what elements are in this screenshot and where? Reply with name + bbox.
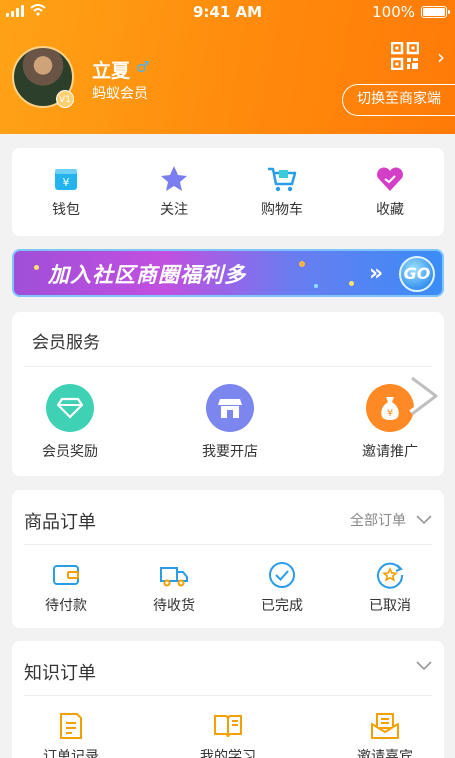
- all-orders-label: 全部订单: [350, 513, 406, 529]
- store-icon: [206, 384, 254, 432]
- knowledge-orders-toggle[interactable]: [416, 661, 432, 671]
- wallet-icon: ¥: [55, 169, 77, 190]
- order-completed[interactable]: 已完成: [237, 560, 327, 615]
- chevron-down-icon: [416, 661, 432, 671]
- goods-orders-card: 商品订单 全部订单 待付款 待收货 已完成 已取消: [12, 490, 444, 628]
- user-name: 立夏: [92, 60, 131, 82]
- banner-text: 加入社区商圈福利多: [48, 263, 246, 287]
- member-item-open-store[interactable]: 我要开店: [170, 384, 290, 461]
- section-title: 商品订单: [24, 512, 96, 533]
- order-cancelled[interactable]: 已取消: [345, 560, 435, 615]
- member-level: 蚂蚁会员: [92, 86, 148, 102]
- quick-action-follow[interactable]: 关注: [120, 148, 228, 236]
- knowledge-orders-card: 知识订单 订单记录 我的学习 邀请嘉宾: [12, 641, 444, 758]
- sparkle-icon: [314, 284, 318, 288]
- cart-icon: [268, 167, 297, 192]
- member-item-label: 邀请推广: [362, 444, 418, 460]
- order-label: 已完成: [261, 598, 303, 614]
- double-chevron-icon: »: [369, 261, 384, 286]
- qr-code-icon[interactable]: [391, 42, 419, 70]
- status-bar: 9:41 AM 100%: [0, 0, 455, 24]
- quick-action-label: 购物车: [261, 202, 303, 218]
- order-label: 待收货: [153, 598, 195, 614]
- knowledge-my-learning[interactable]: 我的学习: [183, 711, 273, 758]
- avatar[interactable]: V1: [12, 46, 74, 108]
- section-title: 会员服务: [32, 333, 100, 353]
- order-label: 我的学习: [200, 749, 256, 758]
- sparkle-icon: [349, 281, 354, 286]
- order-awaiting-delivery[interactable]: 待收货: [129, 560, 219, 615]
- svg-text:¥: ¥: [387, 408, 393, 419]
- go-button[interactable]: GO: [399, 256, 435, 292]
- member-item-label: 我要开店: [202, 444, 258, 460]
- sparkle-icon: [299, 261, 305, 267]
- member-services-card: 会员服务 会员奖励 我要开店 ¥ 邀请推广: [12, 312, 444, 476]
- quick-action-cart[interactable]: 购物车: [228, 148, 336, 236]
- quick-action-label: 钱包: [52, 202, 80, 218]
- cancel-star-icon: [377, 562, 404, 589]
- order-label: 待付款: [45, 598, 87, 614]
- quick-action-wallet[interactable]: ¥ 钱包: [12, 148, 120, 236]
- quick-action-label: 收藏: [376, 202, 404, 218]
- knowledge-order-records[interactable]: 订单记录: [26, 711, 116, 758]
- order-label: 订单记录: [43, 749, 99, 758]
- heart-icon: [377, 167, 403, 191]
- quick-action-label: 关注: [160, 202, 188, 218]
- profile-header: 9:41 AM 100% V1 立夏 ♂ 蚂蚁会员 › 切换至商家端: [0, 0, 455, 134]
- order-record-icon: [60, 713, 82, 739]
- member-item-label: 会员奖励: [42, 444, 98, 460]
- quick-actions-card: ¥ 钱包 关注 购物车 收藏: [12, 148, 444, 236]
- divider: [24, 544, 432, 545]
- member-item-rewards[interactable]: 会员奖励: [10, 384, 130, 461]
- money-bag-icon: ¥: [366, 384, 414, 432]
- order-pending-payment[interactable]: 待付款: [21, 560, 111, 615]
- invite-envelope-icon: [371, 713, 399, 739]
- male-icon: ♂: [136, 58, 150, 76]
- quick-action-favorites[interactable]: 收藏: [336, 148, 444, 236]
- divider: [24, 695, 432, 696]
- section-title: 知识订单: [24, 663, 96, 684]
- star-icon: [161, 166, 187, 191]
- chevron-right-icon[interactable]: ›: [437, 45, 445, 69]
- order-label: 邀请嘉宾: [357, 749, 413, 758]
- battery-percent: 100%: [372, 3, 415, 21]
- knowledge-invite-guest[interactable]: 邀请嘉宾: [340, 711, 430, 758]
- book-icon: [214, 715, 242, 738]
- battery-icon: [421, 6, 450, 18]
- switch-to-merchant-button[interactable]: 切换至商家端: [342, 84, 455, 116]
- svg-text:¥: ¥: [63, 176, 70, 189]
- chevron-right-icon[interactable]: [408, 374, 442, 418]
- all-orders-link[interactable]: 全部订单: [350, 510, 432, 530]
- order-label: 已取消: [369, 598, 411, 614]
- wallet-outline-icon: [53, 565, 79, 585]
- divider: [24, 366, 432, 367]
- chevron-down-icon: [416, 515, 432, 525]
- check-circle-icon: [269, 562, 295, 588]
- vip-badge: V1: [56, 90, 74, 108]
- diamond-icon: [46, 384, 94, 432]
- truck-icon: [160, 567, 188, 587]
- sparkle-icon: [34, 265, 39, 270]
- community-banner[interactable]: 加入社区商圈福利多 » GO: [12, 249, 444, 297]
